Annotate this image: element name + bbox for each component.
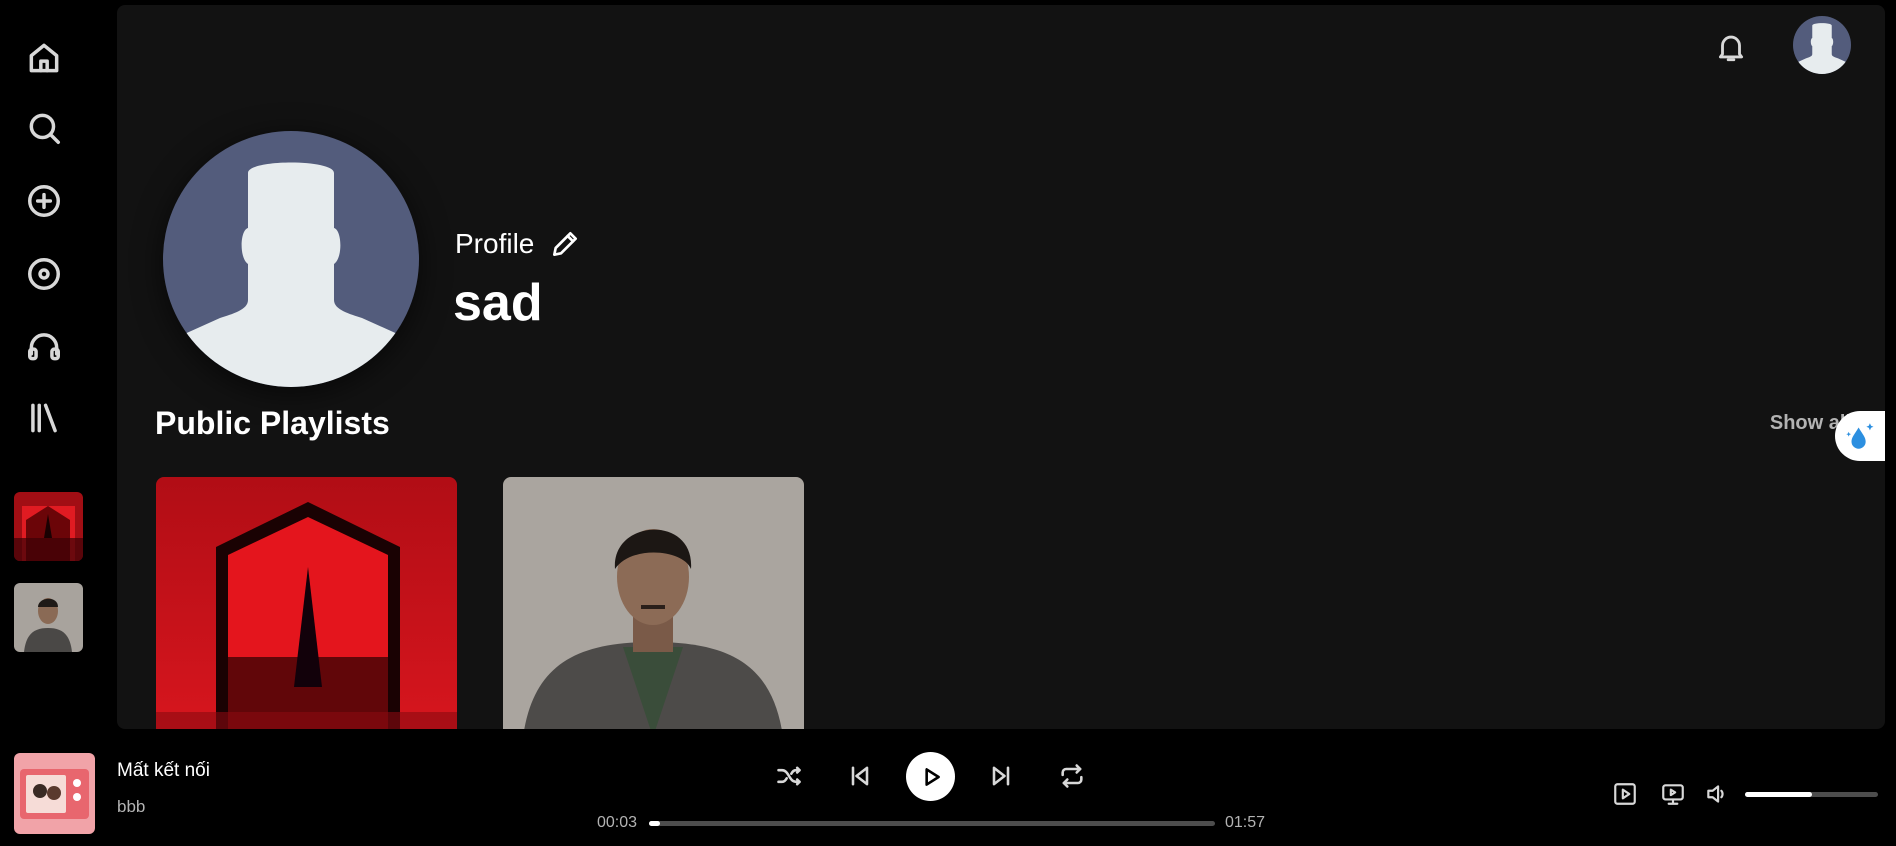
- search-icon[interactable]: [24, 108, 64, 148]
- playlist-card-red[interactable]: [156, 477, 457, 729]
- disc-icon[interactable]: [24, 254, 64, 294]
- headphones-icon[interactable]: [24, 326, 64, 366]
- profile-name: sad: [453, 274, 543, 332]
- now-playing-view-icon[interactable]: [1609, 778, 1641, 810]
- now-playing-title[interactable]: Mất kết nối: [117, 760, 210, 782]
- floating-assistant-icon[interactable]: [1835, 411, 1885, 461]
- previous-icon[interactable]: [840, 756, 880, 796]
- progress-bar[interactable]: [649, 821, 1215, 826]
- add-circle-icon[interactable]: [24, 181, 64, 221]
- duration-time: 01:57: [1225, 814, 1266, 831]
- elapsed-time: 00:03: [597, 814, 638, 831]
- sidebar: [0, 0, 110, 730]
- volume-icon[interactable]: [1701, 778, 1733, 810]
- volume-slider[interactable]: [1745, 792, 1878, 797]
- repeat-icon[interactable]: [1052, 756, 1092, 796]
- main-content: Profile sad Public Playlists Show all: [117, 5, 1885, 729]
- library-playlist-thumb-person[interactable]: [14, 583, 83, 652]
- next-icon[interactable]: [981, 756, 1021, 796]
- playlist-card-person[interactable]: [503, 477, 804, 729]
- profile-heading: Profile: [455, 227, 582, 261]
- profile-avatar[interactable]: [163, 131, 419, 387]
- now-playing-cover[interactable]: [14, 753, 95, 834]
- progress-fill: [649, 821, 661, 826]
- play-button[interactable]: [906, 752, 955, 801]
- player-bar: Mất kết nối bbb 00:03 01:57: [0, 730, 1896, 846]
- now-playing-artist[interactable]: bbb: [117, 797, 145, 817]
- device-screen-icon[interactable]: [1657, 778, 1689, 810]
- bell-icon[interactable]: [1711, 27, 1751, 67]
- volume-fill: [1745, 792, 1812, 797]
- home-icon[interactable]: [24, 38, 64, 78]
- section-title: Public Playlists: [155, 405, 390, 441]
- profile-label: Profile: [455, 228, 535, 259]
- shuffle-icon[interactable]: [769, 756, 809, 796]
- user-avatar[interactable]: [1793, 16, 1851, 74]
- edit-pencil-icon[interactable]: [548, 227, 582, 261]
- library-icon[interactable]: [24, 398, 64, 438]
- library-playlist-thumb-red[interactable]: [14, 492, 83, 561]
